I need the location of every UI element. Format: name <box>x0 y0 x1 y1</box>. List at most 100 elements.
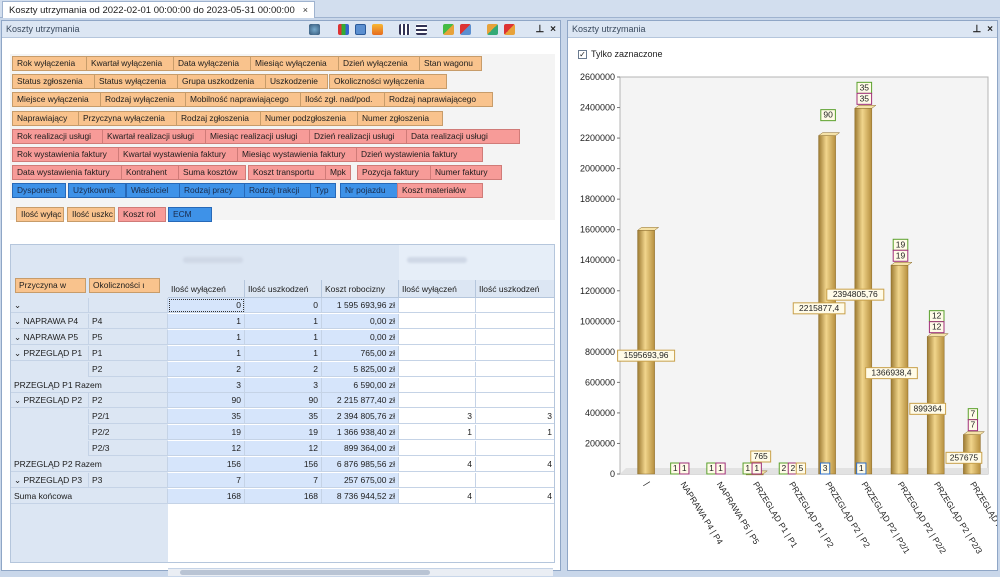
checkbox-mark[interactable]: ✓ <box>578 49 587 59</box>
value-cell[interactable]: 2 <box>168 361 245 377</box>
field-button[interactable]: Koszt transportu <box>248 165 334 181</box>
value-cell[interactable]: 1 <box>399 425 476 441</box>
row-field-button[interactable]: Przyczyna w <box>15 278 86 293</box>
field-button[interactable]: Dysponent <box>12 183 66 199</box>
field-button[interactable]: Użytkownik <box>68 183 126 199</box>
field-button[interactable]: Numer faktury <box>430 165 502 181</box>
pin-icon[interactable]: ⊥ <box>535 24 544 35</box>
close-icon[interactable]: × <box>987 24 993 35</box>
value-cell[interactable]: 1 <box>245 313 322 329</box>
layout-icon[interactable] <box>504 24 516 35</box>
value-cell[interactable]: 19 <box>245 425 322 441</box>
value-cell[interactable]: 168 <box>245 488 322 504</box>
value-cell[interactable] <box>399 329 476 345</box>
field-button[interactable]: Status zgłoszenia <box>12 74 103 90</box>
row-group-label[interactable]: ⌄ PRZEGLĄD P2 <box>11 393 89 409</box>
field-button[interactable]: Kontrahent <box>121 165 179 181</box>
value-cell[interactable] <box>399 441 476 457</box>
field-button[interactable]: Miesiąc wystawienia faktury <box>237 147 374 162</box>
value-cell[interactable]: 12 <box>245 441 322 457</box>
value-cell[interactable] <box>399 393 476 409</box>
close-icon[interactable]: × <box>550 24 556 35</box>
expand-icon[interactable] <box>460 24 472 35</box>
rows-icon[interactable] <box>416 24 428 35</box>
value-cell[interactable]: 2 <box>245 361 322 377</box>
value-cell[interactable] <box>476 314 554 329</box>
field-button[interactable]: Rodzaj zgłoszenia <box>176 110 267 126</box>
value-cell[interactable]: 168 <box>168 488 245 504</box>
value-cell[interactable]: 0 <box>245 298 322 313</box>
column-header[interactable]: Koszt robocizny <box>322 280 399 298</box>
field-button[interactable]: Uszkodzenie <box>265 74 328 90</box>
column-header[interactable]: Ilość uszkodzeń <box>476 280 554 298</box>
value-cell[interactable]: 4 <box>399 457 476 472</box>
value-cell[interactable] <box>476 330 554 345</box>
value-cell[interactable]: 1 <box>245 329 322 345</box>
column-header[interactable]: Ilość wyłączeń <box>168 280 245 298</box>
field-button[interactable]: Pozycja faktury <box>357 165 438 181</box>
field-button[interactable]: Rodzaj pracy <box>179 183 247 199</box>
value-cell[interactable] <box>399 472 476 488</box>
value-cell[interactable]: 19 <box>168 425 245 441</box>
field-button[interactable]: Rok wystawienia faktury <box>12 147 130 162</box>
field-button[interactable]: Data wystawienia faktury <box>12 165 135 181</box>
value-cell[interactable]: 156 <box>245 457 322 472</box>
value-cell[interactable]: 1 <box>168 329 245 345</box>
row-field-button[interactable]: Okoliczności ι <box>89 278 160 293</box>
row-group-label[interactable]: ⌄ PRZEGLĄD P1 <box>11 345 89 361</box>
field-button[interactable]: Przyczyna wyłączenia <box>78 110 182 126</box>
columns-icon[interactable] <box>399 24 411 35</box>
value-cell[interactable]: 35 <box>168 409 245 425</box>
field-button[interactable]: Rodzaj wyłączenia <box>100 92 191 108</box>
scrollbar-thumb[interactable] <box>180 570 430 575</box>
data-field-button[interactable]: Ilość uszkc <box>67 207 115 222</box>
value-cell[interactable]: 1 <box>245 345 322 361</box>
globe-icon[interactable] <box>309 24 321 35</box>
field-button[interactable]: Stan wagonu <box>419 56 482 71</box>
value-cell[interactable] <box>399 313 476 329</box>
value-cell[interactable]: 4 <box>399 488 476 504</box>
field-button[interactable]: Mpk <box>325 165 351 181</box>
data-field-button[interactable]: Koszt rol <box>118 207 166 222</box>
value-cell[interactable]: 0 <box>168 298 245 313</box>
field-button[interactable]: Typ <box>310 183 336 199</box>
value-cell[interactable]: 3 <box>399 409 476 425</box>
value-cell[interactable]: 1 <box>168 345 245 361</box>
field-button[interactable]: Naprawiający <box>12 110 80 126</box>
value-cell[interactable]: 3 <box>476 409 554 425</box>
value-cell[interactable]: 8 736 944,52 zł <box>322 488 399 504</box>
field-button[interactable]: Suma kosztów <box>178 165 246 181</box>
value-cell[interactable]: 6 876 985,56 zł <box>322 457 399 472</box>
value-cell[interactable]: 7 <box>245 472 322 488</box>
export-icon[interactable] <box>443 24 455 35</box>
value-cell[interactable]: 35 <box>245 409 322 425</box>
value-cell[interactable]: 1 595 693,96 zł <box>322 298 399 313</box>
value-cell[interactable]: 7 <box>168 472 245 488</box>
field-button[interactable]: Dzień wystawienia faktury <box>356 147 483 162</box>
value-cell[interactable]: 1 <box>476 425 554 441</box>
value-cell[interactable]: 5 825,00 zł <box>322 361 399 377</box>
field-button[interactable]: Mobilność naprawiającego <box>185 92 308 108</box>
value-cell[interactable]: 257 675,00 zł <box>322 472 399 488</box>
field-button[interactable]: Kwartał wyłączenia <box>86 56 181 71</box>
column-header[interactable]: Ilość wyłączeń <box>399 280 476 298</box>
field-button[interactable]: Numer podzgłoszenia <box>260 110 360 126</box>
value-cell[interactable]: 6 590,00 zł <box>322 377 399 393</box>
field-button[interactable]: Data realizacji usługi <box>406 128 520 144</box>
column-header[interactable]: Ilość uszkodzeń <box>245 280 322 298</box>
value-cell[interactable]: 3 <box>168 377 245 393</box>
value-cell[interactable] <box>399 298 476 313</box>
value-cell[interactable] <box>476 378 554 393</box>
value-cell[interactable]: 765,00 zł <box>322 345 399 361</box>
value-cell[interactable]: 156 <box>168 457 245 472</box>
value-cell[interactable]: 90 <box>245 393 322 409</box>
horizontal-scrollbar[interactable] <box>168 568 553 576</box>
value-cell[interactable]: 1 <box>168 313 245 329</box>
row-group-label[interactable]: ⌄ PRZEGLĄD P3 <box>11 472 89 488</box>
value-cell[interactable] <box>476 473 554 488</box>
only-selected-checkbox[interactable]: ✓ Tylko zaznaczone <box>578 49 663 59</box>
settings-icon[interactable] <box>487 24 499 35</box>
field-button[interactable]: Dzień wyłączenia <box>338 56 424 71</box>
field-button[interactable]: Koszt materiałów <box>397 183 483 199</box>
close-icon[interactable]: × <box>303 5 308 15</box>
